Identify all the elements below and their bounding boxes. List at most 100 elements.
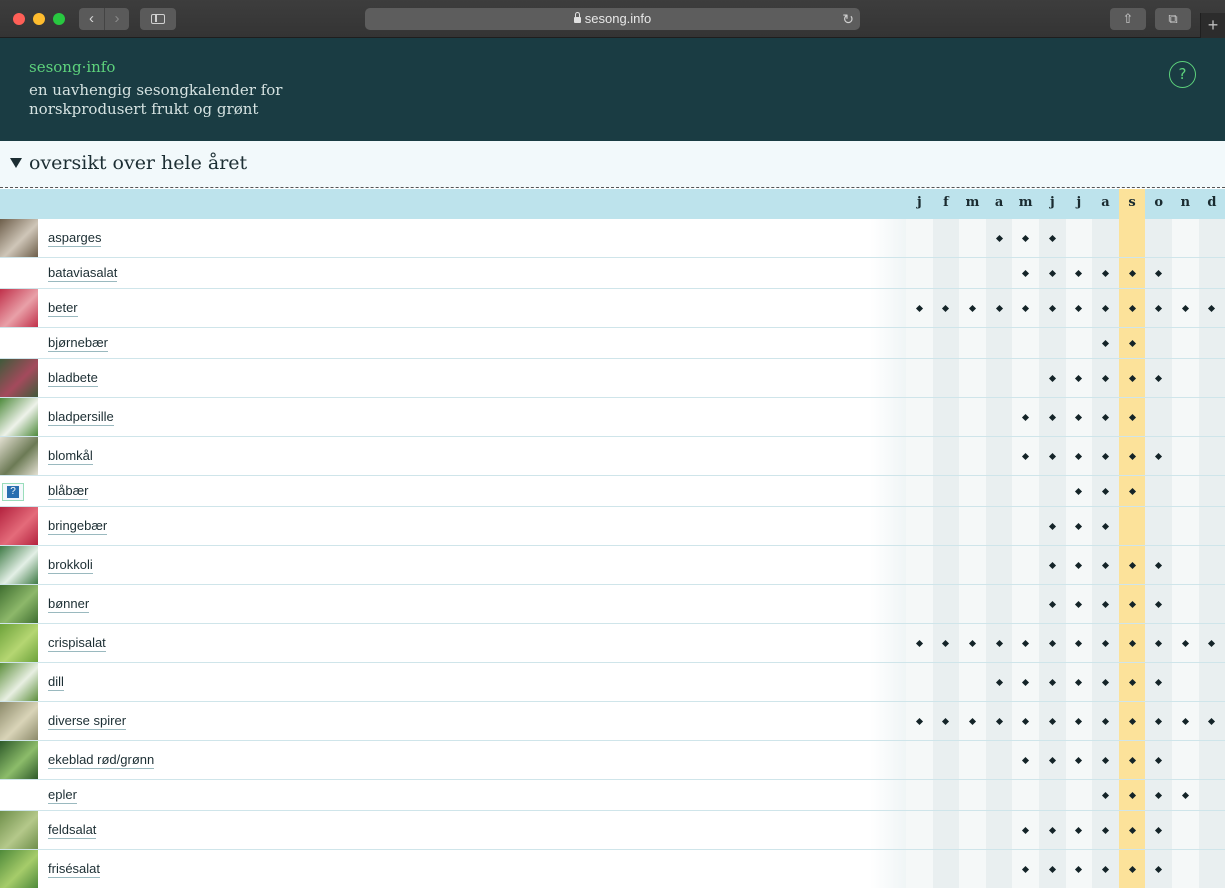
- season-dot: [1101, 600, 1110, 608]
- month-label: s: [1118, 189, 1146, 219]
- season-dot: [915, 639, 923, 647]
- season-dot: [1101, 865, 1110, 873]
- season-dot: [1075, 756, 1083, 764]
- produce-row: crispisalat: [0, 624, 1225, 663]
- season-dot: [1048, 304, 1056, 312]
- season-dot: [1022, 269, 1030, 277]
- produce-link[interactable]: ekeblad rød/grønn: [48, 752, 155, 769]
- produce-link[interactable]: feldsalat: [48, 822, 97, 839]
- produce-thumbnail: [0, 811, 38, 849]
- produce-link[interactable]: epler: [48, 787, 77, 804]
- season-dot: [1155, 826, 1163, 834]
- plus-icon: +: [1207, 15, 1219, 35]
- produce-link[interactable]: bataviasalat: [48, 265, 118, 282]
- help-button[interactable]: ?: [1169, 61, 1196, 88]
- season-dot: [1128, 452, 1136, 460]
- season-dot: [1022, 756, 1030, 764]
- back-button[interactable]: ‹: [79, 8, 104, 30]
- month-label: o: [1154, 195, 1164, 210]
- sidebar-toggle-button[interactable]: [140, 8, 176, 30]
- new-tab-button[interactable]: +: [1200, 13, 1225, 38]
- produce-link[interactable]: crispisalat: [48, 635, 106, 652]
- show-tabs-button[interactable]: ⧉: [1155, 8, 1191, 30]
- produce-link[interactable]: bjørnebær: [48, 335, 108, 352]
- season-dot: [1128, 339, 1136, 347]
- season-dot: [1022, 717, 1030, 725]
- season-dot: [1075, 826, 1083, 834]
- address-bar[interactable]: sesong.info ↻: [365, 8, 860, 30]
- minimize-window-button[interactable]: [33, 13, 45, 25]
- forward-button[interactable]: ›: [104, 8, 129, 30]
- season-dot: [1181, 717, 1189, 725]
- season-dot: [1075, 678, 1083, 686]
- produce-link[interactable]: bringebær: [48, 518, 108, 535]
- collapse-triangle-icon: [10, 158, 22, 168]
- season-dot: [1101, 304, 1110, 312]
- produce-link[interactable]: bladbete: [48, 370, 98, 387]
- season-dot: [1048, 452, 1056, 460]
- season-dot: [1101, 826, 1110, 834]
- browser-toolbar: ‹ › sesong.info ↻ ⇧ ⧉ +: [0, 0, 1225, 38]
- month-label: m: [1018, 195, 1033, 210]
- produce-link[interactable]: brokkoli: [48, 557, 93, 574]
- produce-thumbnail: [0, 507, 38, 545]
- season-dot: [1155, 304, 1163, 312]
- produce-row: frisésalat: [0, 850, 1225, 888]
- season-dot: [1101, 374, 1110, 382]
- close-window-button[interactable]: [13, 13, 25, 25]
- season-dot: [1155, 639, 1163, 647]
- overview-toggle[interactable]: oversikt over hele året: [0, 141, 1225, 188]
- produce-link[interactable]: beter: [48, 300, 78, 317]
- produce-link[interactable]: blomkål: [48, 448, 93, 465]
- zoom-window-button[interactable]: [53, 13, 65, 25]
- season-dot: [1022, 452, 1030, 460]
- season-dot: [1101, 413, 1110, 421]
- season-dot: [1101, 678, 1110, 686]
- produce-link[interactable]: diverse spirer: [48, 713, 127, 730]
- produce-link[interactable]: bønner: [48, 596, 90, 613]
- season-dot: [1208, 304, 1216, 312]
- season-dot: [942, 717, 950, 725]
- month-label: j: [1049, 195, 1055, 210]
- season-dot: [1128, 826, 1136, 834]
- lock-icon: [573, 12, 581, 23]
- season-dot: [1101, 339, 1110, 347]
- produce-link[interactable]: blåbær: [48, 483, 89, 500]
- produce-link[interactable]: asparges: [48, 230, 102, 247]
- month-label: a: [994, 195, 1004, 210]
- season-dot: [1155, 678, 1163, 686]
- season-dot: [1101, 717, 1110, 725]
- season-dot: [1101, 756, 1110, 764]
- season-dot: [1048, 522, 1056, 530]
- season-dot: [1048, 234, 1056, 242]
- season-dot: [1022, 234, 1030, 242]
- season-dot: [1155, 452, 1163, 460]
- site-logo[interactable]: sesong·info: [29, 58, 115, 76]
- produce-thumbnail: [0, 289, 38, 327]
- season-dot: [1048, 600, 1056, 608]
- produce-thumbnail: [0, 585, 38, 623]
- season-dot: [1155, 756, 1163, 764]
- season-dot: [1075, 639, 1083, 647]
- season-dot: [1101, 269, 1110, 277]
- produce-row: beter: [0, 289, 1225, 328]
- season-dot: [1048, 717, 1056, 725]
- produce-row: blåbær: [0, 476, 1225, 507]
- produce-row: bjørnebær: [0, 328, 1225, 359]
- share-button[interactable]: ⇧: [1110, 8, 1146, 30]
- produce-link[interactable]: dill: [48, 674, 64, 691]
- season-dot: [1075, 304, 1083, 312]
- produce-row: feldsalat: [0, 811, 1225, 850]
- season-dot: [1075, 865, 1083, 873]
- season-dot: [1155, 717, 1163, 725]
- season-dot: [1155, 561, 1163, 569]
- season-dot: [915, 717, 923, 725]
- produce-link[interactable]: frisésalat: [48, 861, 101, 878]
- season-dot: [995, 639, 1003, 647]
- reload-icon[interactable]: ↻: [842, 8, 854, 30]
- produce-link[interactable]: bladpersille: [48, 409, 114, 426]
- season-dot: [1181, 639, 1189, 647]
- season-dot: [1048, 639, 1056, 647]
- month-label: m: [965, 195, 980, 210]
- produce-row: ekeblad rød/grønn: [0, 741, 1225, 780]
